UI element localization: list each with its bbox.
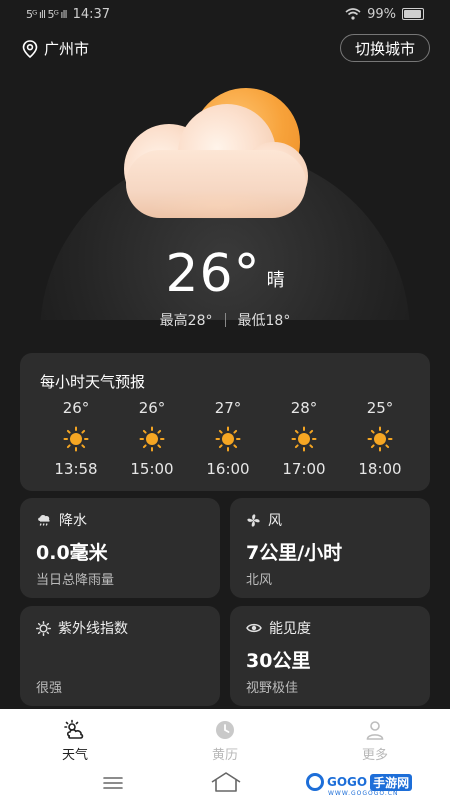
hour-item: 25° 18:00 — [352, 399, 408, 478]
uv-label: 紫外线指数 — [58, 621, 128, 637]
weather-icon — [64, 719, 84, 739]
sun-icon — [367, 426, 393, 452]
hour-temp: 26° — [138, 399, 166, 417]
hourly-forecast-card: 每小时天气预报 26° 13:58 26° 15:00 27° 16:00 28… — [20, 353, 430, 491]
temp-range: 最高28° 最低18° — [0, 310, 450, 330]
tab-weather[interactable]: 天气 — [30, 719, 120, 763]
divider — [224, 313, 226, 327]
low-temp: 最低18° — [237, 313, 291, 329]
hour-time: 16:00 — [206, 460, 250, 478]
hour-temp: 27° — [214, 399, 242, 417]
hour-temp: 25° — [366, 399, 394, 417]
sun-icon — [291, 426, 317, 452]
visibility-label: 能见度 — [269, 621, 311, 637]
fan-icon — [247, 513, 260, 527]
location: 广州市 — [22, 38, 89, 59]
hour-time: 15:00 — [130, 460, 174, 478]
home-icon[interactable] — [210, 771, 242, 793]
tab-weather-label: 天气 — [61, 748, 88, 763]
precipitation-sub: 当日总降雨量 — [36, 573, 115, 588]
status-bar: 5ᴳ ıll 5ᴳ ıll 14:37 99% — [0, 0, 450, 28]
precipitation-label: 降水 — [59, 513, 87, 529]
hour-item: 27° 16:00 — [200, 399, 256, 478]
high-temp: 最高28° — [159, 313, 213, 329]
sun-icon — [215, 426, 241, 452]
watermark: GOGO 手游网 WWW.GOGOGO.CN — [306, 773, 413, 797]
location-pin-icon — [22, 39, 38, 58]
hour-temp: 26° — [62, 399, 90, 417]
hour-item: 26° 15:00 — [124, 399, 180, 478]
wind-label: 风 — [268, 513, 282, 529]
wind-sub: 北风 — [246, 573, 273, 588]
battery-percent: 99% — [367, 6, 396, 22]
precipitation-card[interactable]: 降水 0.0毫米 当日总降雨量 — [20, 498, 220, 598]
watermark-brand: GOGO — [327, 775, 368, 789]
tab-more-label: 更多 — [361, 748, 388, 763]
current-temperature: 26° — [165, 244, 261, 304]
signal-indicator: 5ᴳ ıll 5ᴳ ıll — [26, 7, 68, 21]
cloud-glow — [150, 190, 290, 220]
sun-icon — [139, 426, 165, 452]
hour-time: 13:58 — [54, 460, 98, 478]
hour-time: 17:00 — [282, 460, 326, 478]
hour-item: 28° 17:00 — [276, 399, 332, 478]
switch-city-button[interactable]: 切换城市 — [339, 34, 430, 62]
hour-time: 18:00 — [358, 460, 402, 478]
status-time: 14:37 — [72, 6, 111, 22]
user-icon — [366, 721, 384, 740]
battery-icon — [402, 8, 424, 20]
watermark-logo-icon — [306, 773, 324, 791]
precipitation-value: 0.0毫米 — [36, 542, 108, 564]
uv-sub: 很强 — [36, 681, 63, 696]
tab-almanac[interactable]: 黄历 — [180, 719, 270, 763]
uv-sun-icon — [36, 620, 51, 636]
clock-icon — [216, 721, 234, 739]
precipitation-header: 降水 — [36, 510, 87, 530]
hourly-title: 每小时天气预报 — [40, 373, 146, 391]
wind-card[interactable]: 风 7公里/小时 北风 — [230, 498, 430, 598]
sun-icon — [63, 426, 89, 452]
header: 广州市 切换城市 — [0, 34, 450, 64]
watermark-sub: WWW.GOGOGO.CN — [328, 790, 399, 797]
city-name: 广州市 — [44, 40, 90, 58]
bottom-tab-bar: 天气 黄历 更多 GOGO 手游网 WWW.GOGOGO.CN — [0, 709, 450, 800]
current-weather: 26° 晴 — [0, 244, 450, 304]
current-condition: 晴 — [266, 270, 285, 291]
hour-item: 26° 13:58 — [48, 399, 104, 478]
wind-header: 风 — [246, 510, 282, 530]
visibility-header: 能见度 — [246, 618, 311, 638]
visibility-value: 30公里 — [246, 650, 311, 672]
menu-icon[interactable] — [102, 775, 124, 791]
tab-more[interactable]: 更多 — [330, 719, 420, 763]
uv-index-card[interactable]: 紫外线指数 很强 — [20, 606, 220, 706]
tab-almanac-label: 黄历 — [211, 748, 238, 763]
rain-cloud-icon — [38, 514, 50, 526]
visibility-card[interactable]: 能见度 30公里 视野极佳 — [230, 606, 430, 706]
wifi-icon — [345, 8, 361, 20]
eye-icon — [246, 623, 262, 633]
watermark-suffix: 手游网 — [370, 773, 413, 791]
wind-value: 7公里/小时 — [246, 542, 343, 564]
hour-temp: 28° — [290, 399, 318, 417]
hourly-list: 26° 13:58 26° 15:00 27° 16:00 28° 17:00 … — [48, 399, 408, 478]
visibility-sub: 视野极佳 — [246, 681, 299, 696]
uv-header: 紫外线指数 — [36, 618, 128, 638]
system-nav-bar: GOGO 手游网 WWW.GOGOGO.CN — [0, 769, 450, 799]
